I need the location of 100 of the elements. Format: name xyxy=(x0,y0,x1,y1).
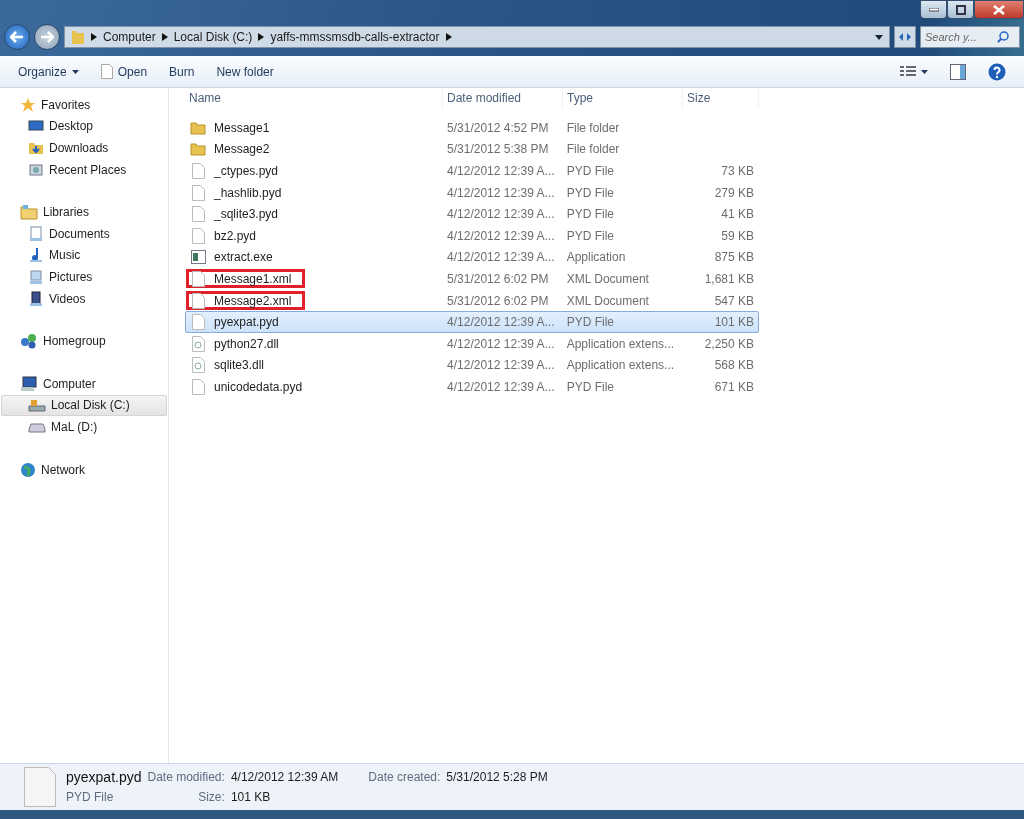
search-field[interactable]: Search y... xyxy=(920,26,1020,48)
globe-icon xyxy=(20,461,36,478)
sidebar-item[interactable]: Documents xyxy=(1,222,167,245)
file-row[interactable]: Message1 5/31/2012 4:52 PM File folder xyxy=(185,117,759,139)
type-cell-text: File folder xyxy=(565,119,621,137)
folder-icon xyxy=(190,120,206,135)
file-row[interactable]: _hashlib.pyd 4/12/2012 12:39 A... PYD File 279 KB xyxy=(185,181,759,204)
type-cell-text: XML Document xyxy=(565,270,650,288)
file-icon xyxy=(100,64,113,79)
star-icon xyxy=(20,96,36,113)
date-cell-text: 4/12/2012 12:39 A... xyxy=(446,227,556,245)
type-cell-text: Application extens... xyxy=(565,357,676,375)
details-value: 4/12/2012 12:39 AM xyxy=(230,770,339,784)
type-cell-text: PYD File xyxy=(565,163,615,180)
file-name: python27.dll xyxy=(214,336,279,351)
toolbar-button[interactable]: Open xyxy=(92,60,156,83)
minimize-button[interactable] xyxy=(920,0,947,19)
size-cell-text: 59 KB xyxy=(720,227,755,245)
refresh-button[interactable] xyxy=(894,26,916,48)
file-name: _ctypes.pyd xyxy=(214,164,279,178)
column-header[interactable]: Name xyxy=(185,88,443,108)
sidebar-item[interactable]: Downloads xyxy=(1,137,167,159)
file-row[interactable]: bz2.pyd 4/12/2012 12:39 A... PYD File 59 KB xyxy=(185,224,759,247)
toolbar-button[interactable]: New folder xyxy=(208,60,282,83)
address-bar[interactable]: Computer Local Disk (C:) yaffs-mmssmsdb-calls-extractor xyxy=(64,26,890,48)
toolbar-button[interactable]: Burn xyxy=(161,60,203,83)
date-cell-text: 4/12/2012 12:39 A... xyxy=(446,206,556,224)
details-label: Date modified: xyxy=(147,770,225,784)
chevron-icon xyxy=(445,33,452,41)
sidebar-item[interactable]: Pictures xyxy=(1,266,167,288)
type-cell-text: XML Document xyxy=(565,292,650,310)
video-icon xyxy=(28,290,44,307)
sidebar-item[interactable]: Local Disk (C:) xyxy=(1,394,167,417)
document-icon xyxy=(28,225,44,242)
computer-icon xyxy=(20,375,38,392)
file-row[interactable]: Message2 5/31/2012 5:38 PM File folder xyxy=(185,138,759,161)
file-row[interactable]: pyexpat.pyd 4/12/2012 12:39 A... PYD File 101 KB xyxy=(185,311,759,333)
file-name: unicodedata.pyd xyxy=(214,379,303,394)
file-name: sqlite3.dll xyxy=(214,358,265,373)
details-label: Date created: xyxy=(368,770,441,784)
type-cell-text: PYD File xyxy=(565,227,615,245)
sidebar-item[interactable]: MaL (D:) xyxy=(1,416,167,438)
type-cell-text: PYD File xyxy=(565,378,615,396)
column-header[interactable]: Type xyxy=(563,88,683,108)
sidebar-item[interactable]: Desktop xyxy=(1,115,167,138)
sidebar-item[interactable]: Music xyxy=(1,244,167,267)
sidebar-item[interactable]: Network xyxy=(1,458,167,481)
file-gear-icon xyxy=(190,335,206,352)
chevron-icon xyxy=(161,33,168,41)
search-icon xyxy=(997,31,1009,43)
column-header[interactable]: Date modified xyxy=(443,88,563,108)
date-cell-text: 4/12/2012 12:39 A... xyxy=(446,335,556,353)
close-button[interactable] xyxy=(974,0,1024,19)
library-icon xyxy=(20,204,38,221)
file-name: extract.exe xyxy=(214,250,273,265)
size-cell-text: 2,250 KB xyxy=(703,335,755,353)
file-row[interactable]: _sqlite3.pyd 4/12/2012 12:39 A... PYD File 41 KB xyxy=(185,203,759,225)
type-cell-text: Application extens... xyxy=(565,335,676,353)
breadcrumb[interactable]: Local Disk (C:) xyxy=(173,30,253,44)
sidebar-item[interactable]: Favorites xyxy=(1,94,167,116)
back-button[interactable] xyxy=(4,24,30,50)
file-row[interactable]: extract.exe 4/12/2012 12:39 A... Application 875 KB xyxy=(185,246,759,269)
file-row[interactable]: Message2.xml 5/31/2012 6:02 PM XML Document 547 KB xyxy=(185,289,759,312)
file-row[interactable]: Message1.xml 5/31/2012 6:02 PM XML Document 1,681 KB xyxy=(185,268,759,290)
drive-icon xyxy=(28,420,46,433)
size-cell-text: 875 KB xyxy=(713,249,755,267)
forward-button[interactable] xyxy=(34,24,60,50)
date-cell-text: 5/31/2012 4:52 PM xyxy=(446,119,550,137)
file-name: pyexpat.pyd xyxy=(214,315,279,330)
date-cell-text: 4/12/2012 12:39 A... xyxy=(446,357,556,375)
sidebar-item[interactable]: Videos xyxy=(1,287,167,310)
file-row[interactable]: unicodedata.pyd 4/12/2012 12:39 A... PYD File 671 KB xyxy=(185,376,759,398)
file-row[interactable]: python27.dll 4/12/2012 12:39 A... Application extens... 2,250 KB xyxy=(185,332,759,355)
file-icon xyxy=(190,270,206,287)
sidebar-item[interactable]: Homegroup xyxy=(1,330,167,352)
preview-pane-icon xyxy=(950,63,966,80)
sidebar-item[interactable]: Computer xyxy=(1,372,167,395)
restore-icon xyxy=(955,4,966,15)
column-header[interactable]: Size xyxy=(683,88,759,108)
close-icon xyxy=(993,4,1005,15)
file-row[interactable]: sqlite3.dll 4/12/2012 12:39 A... Application extens... 568 KB xyxy=(185,354,759,377)
details-value: 5/31/2012 5:28 PM xyxy=(446,770,548,784)
file-icon xyxy=(190,292,206,309)
folder-icon xyxy=(71,29,85,45)
chevron-icon xyxy=(258,33,265,41)
disk-drive-icon xyxy=(28,398,46,413)
toolbar-button[interactable]: Organize xyxy=(10,60,87,83)
file-name: Message2 xyxy=(214,142,270,157)
file-row[interactable]: _ctypes.pyd 4/12/2012 12:39 A... PYD File 73 KB xyxy=(185,160,759,182)
arrow-right-icon xyxy=(40,31,54,43)
recent-places-icon xyxy=(28,161,44,178)
breadcrumb[interactable]: Computer xyxy=(103,30,156,44)
file-icon xyxy=(24,767,56,807)
date-cell-text: 4/12/2012 12:39 A... xyxy=(446,163,556,180)
sidebar-item[interactable]: Recent Places xyxy=(1,158,167,181)
breadcrumb[interactable]: yaffs-mmssmsdb-calls-extractor xyxy=(270,30,440,44)
sidebar-item[interactable]: Libraries xyxy=(1,201,167,223)
maximize-button[interactable] xyxy=(947,0,974,19)
type-cell-text: PYD File xyxy=(565,206,615,224)
help-icon xyxy=(988,62,1006,81)
